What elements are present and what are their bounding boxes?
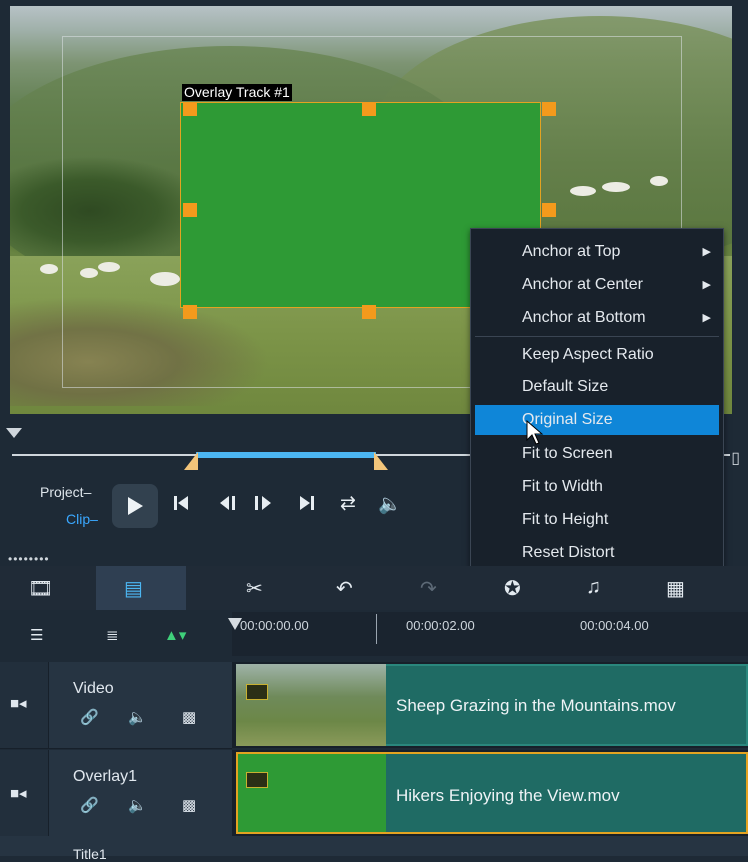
video-clip-thumbnail <box>236 664 386 746</box>
menu-item-fit-to-height[interactable]: Fit to Height <box>471 505 723 535</box>
video-track-icon: ■◂ <box>10 695 27 712</box>
multi-camera-icon: ▦ <box>666 578 685 600</box>
resize-handle-top-right[interactable] <box>542 102 556 116</box>
redo-icon: ↷ <box>420 578 437 600</box>
timeline-view-button[interactable]: ▤ <box>124 576 143 601</box>
volume-button[interactable]: 🔈 <box>378 492 402 516</box>
ruler-tick-label: 00:00:02.00 <box>406 618 475 633</box>
volume-icon: 🔈 <box>128 709 147 726</box>
audio-mixer-button[interactable]: ♫ <box>586 576 601 599</box>
next-frame-icon <box>255 496 271 510</box>
tools-button[interactable]: ✂ <box>246 576 263 601</box>
repeat-button[interactable]: ⇄ <box>340 492 356 515</box>
clip-mode-label[interactable]: Clip– <box>66 511 98 527</box>
grid-toggle-button[interactable]: ▩ <box>182 708 196 726</box>
previous-frame-icon <box>220 496 235 510</box>
ruler-tick-label: 00:00:00.00 <box>240 618 309 633</box>
mute-button[interactable]: 🔈 <box>128 796 147 814</box>
menu-separator <box>475 336 719 337</box>
track-manager-button[interactable]: ☰ <box>30 626 43 644</box>
video-clip-title: Sheep Grazing in the Mountains.mov <box>396 696 676 715</box>
checker-icon: ▩ <box>182 709 197 726</box>
menu-item-fit-to-screen[interactable]: Fit to Screen <box>471 439 723 469</box>
timeline-ruler[interactable] <box>232 612 748 656</box>
track-name-title: Title1 <box>73 846 107 862</box>
menu-item-fit-to-width[interactable]: Fit to Width <box>471 472 723 502</box>
volume-icon: 🔈 <box>378 494 402 515</box>
go-to-start-icon <box>174 496 188 510</box>
ruler-tick-label: 00:00:04.00 <box>580 618 649 633</box>
link-icon: 🔗 <box>80 797 99 814</box>
context-menu[interactable]: Anchor at Top ▶ Anchor at Center ▶ Ancho… <box>470 228 724 570</box>
trim-range[interactable] <box>196 452 376 458</box>
add-list-icon: ≣ <box>106 627 119 644</box>
audio-mixer-icon: ♫ <box>586 576 601 598</box>
menu-item-anchor-top[interactable]: Anchor at Top ▶ <box>471 237 723 267</box>
link-icon: 🔗 <box>80 709 99 726</box>
checker-icon: ▩ <box>182 797 197 814</box>
go-to-end-icon <box>300 496 314 510</box>
overlay-track-label: Overlay Track #1 <box>182 84 292 101</box>
repeat-icon: ⇄ <box>340 493 356 514</box>
menu-item-original-size[interactable]: Original Size <box>475 405 719 435</box>
triangle-up-icon: ▲▾ <box>164 627 187 644</box>
undo-button[interactable]: ↶ <box>336 576 353 601</box>
zoom-button[interactable]: ▲▾ <box>164 626 186 644</box>
sheep <box>40 264 58 274</box>
storyboard-view-button[interactable]: 🎞 <box>28 576 53 601</box>
submenu-arrow-icon: ▶ <box>702 279 711 291</box>
track-name-video: Video <box>73 680 114 697</box>
resize-handle-right[interactable] <box>542 203 556 217</box>
submenu-arrow-icon: ▶ <box>702 246 711 258</box>
go-to-end-button[interactable] <box>298 494 316 518</box>
timeline-icon: ▤ <box>124 578 143 600</box>
link-toggle-button[interactable]: 🔗 <box>80 796 99 814</box>
mute-button[interactable]: 🔈 <box>128 708 147 726</box>
grid-toggle-button[interactable]: ▩ <box>182 796 196 814</box>
overlay-clip-thumbnail <box>238 754 386 832</box>
menu-item-anchor-bottom[interactable]: Anchor at Bottom ▶ <box>471 303 723 333</box>
list-icon: ☰ <box>30 627 44 644</box>
resize-handle-bottom-left[interactable] <box>183 305 197 319</box>
filmstrip-icon: 🎞 <box>28 578 54 600</box>
multi-camera-button[interactable]: ▦ <box>666 576 685 601</box>
resize-handle-left[interactable] <box>183 203 197 217</box>
resize-handle-bottom[interactable] <box>362 305 376 319</box>
resize-handle-top[interactable] <box>362 102 376 116</box>
track-header-title[interactable] <box>0 836 748 856</box>
play-icon <box>128 497 143 515</box>
link-toggle-button[interactable]: 🔗 <box>80 708 99 726</box>
clip-type-badge-icon <box>246 772 268 788</box>
play-button[interactable] <box>112 484 158 528</box>
undo-icon: ↶ <box>336 578 353 600</box>
scrubber-marker[interactable] <box>6 428 22 438</box>
scroll-edge-icon: ▯ <box>731 450 740 467</box>
add-track-button[interactable]: ≣ <box>106 626 119 644</box>
overlay-track-icon: ■◂ <box>10 785 27 802</box>
tools-icon: ✂ <box>246 578 263 600</box>
redo-button[interactable]: ↷ <box>420 576 437 601</box>
clip-type-badge-icon <box>246 684 268 700</box>
panel-grip[interactable]: •••••••• <box>8 552 50 566</box>
mouse-pointer-icon <box>526 420 544 445</box>
record-capture-icon: ✪ <box>504 578 521 600</box>
track-name-overlay: Overlay1 <box>73 768 138 785</box>
menu-item-default-size[interactable]: Default Size <box>471 372 723 402</box>
record-capture-button[interactable]: ✪ <box>504 576 521 601</box>
ruler-tick <box>376 614 377 644</box>
go-to-start-button[interactable] <box>172 494 190 518</box>
volume-icon: 🔈 <box>128 797 147 814</box>
next-frame-button[interactable] <box>252 494 274 518</box>
project-mode-label[interactable]: Project– <box>40 484 91 500</box>
resize-handle-top-left[interactable] <box>183 102 197 116</box>
menu-item-keep-aspect-ratio[interactable]: Keep Aspect Ratio <box>471 340 723 370</box>
previous-frame-button[interactable] <box>218 494 240 518</box>
overlay-clip-title: Hikers Enjoying the View.mov <box>396 786 620 805</box>
menu-item-reset-distort[interactable]: Reset Distort <box>471 538 723 568</box>
menu-item-anchor-center[interactable]: Anchor at Center ▶ <box>471 270 723 300</box>
submenu-arrow-icon: ▶ <box>702 312 711 324</box>
